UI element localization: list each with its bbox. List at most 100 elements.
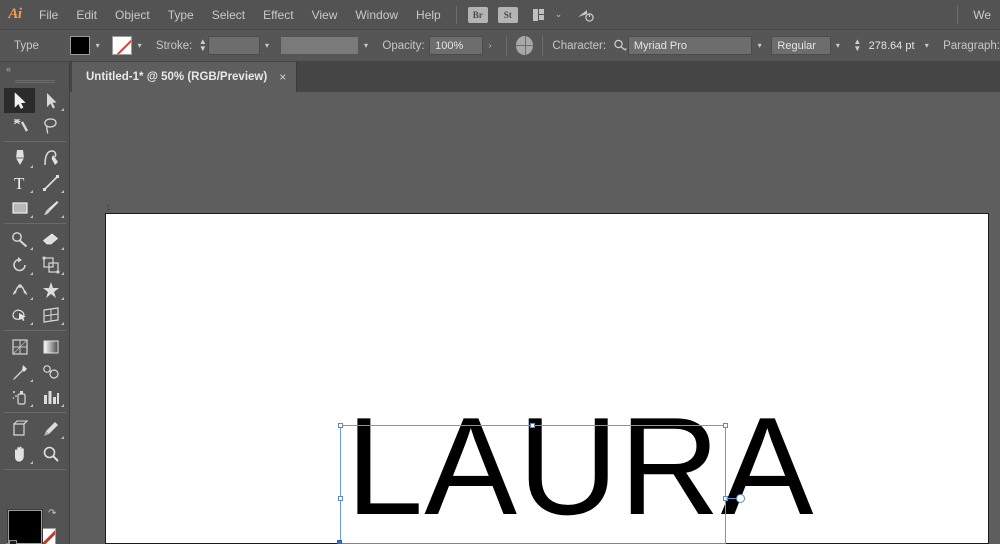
menu-effect[interactable]: Effect bbox=[254, 0, 302, 30]
perspective-grid-tool[interactable] bbox=[35, 302, 66, 327]
hand-tool[interactable] bbox=[4, 441, 35, 466]
font-size-input[interactable]: 278.64 pt bbox=[862, 36, 919, 55]
font-family-input[interactable]: Myriad Pro bbox=[627, 36, 753, 55]
stroke-weight-chevron-down-icon[interactable]: ▾ bbox=[260, 36, 275, 55]
fill-swatch[interactable] bbox=[70, 36, 91, 55]
handle-top-left[interactable] bbox=[338, 423, 343, 428]
mesh-tool[interactable] bbox=[4, 334, 35, 359]
font-size-stepper[interactable]: ▲ ▼ bbox=[852, 36, 862, 55]
tools-divider-4 bbox=[4, 409, 66, 416]
context-label: Type bbox=[14, 39, 39, 52]
eyedropper-tool[interactable] bbox=[4, 359, 35, 384]
rectangle-tool[interactable] bbox=[4, 195, 35, 220]
stroke-weight-input[interactable] bbox=[207, 36, 260, 55]
opacity-label: Opacity: bbox=[382, 39, 425, 52]
artboard[interactable]: 1 LAURA bbox=[105, 203, 989, 544]
eraser-tool[interactable] bbox=[35, 227, 66, 252]
close-icon[interactable]: × bbox=[279, 70, 286, 84]
menu-file[interactable]: File bbox=[30, 0, 67, 30]
default-fill-stroke-icon[interactable] bbox=[6, 540, 19, 544]
tools-divider-1 bbox=[4, 138, 66, 145]
paragraph-label[interactable]: Paragraph: bbox=[943, 40, 1000, 52]
lasso-tool[interactable] bbox=[35, 113, 66, 138]
line-segment-tool[interactable] bbox=[35, 170, 66, 195]
svg-text:T: T bbox=[14, 174, 25, 192]
width-tool[interactable] bbox=[4, 277, 35, 302]
menubar-divider-1 bbox=[455, 5, 457, 24]
stroke-label: Stroke: bbox=[155, 39, 193, 52]
illustrator-window: Ai File Edit Object Type Select Effect V… bbox=[0, 0, 1000, 544]
font-size-chevron-down-icon[interactable]: ▾ bbox=[920, 36, 935, 55]
stroke-chevron-down-icon[interactable]: ▾ bbox=[132, 36, 147, 55]
free-transform-tool[interactable] bbox=[35, 277, 66, 302]
paintbrush-tool[interactable] bbox=[35, 195, 66, 220]
text-object-laura[interactable]: LAURA bbox=[346, 397, 815, 536]
menubar-right-group: We bbox=[951, 0, 1000, 30]
menu-object[interactable]: Object bbox=[106, 0, 159, 30]
shape-builder-tool[interactable] bbox=[4, 302, 35, 327]
tools-divider-3 bbox=[4, 327, 66, 334]
menu-window[interactable]: Window bbox=[346, 0, 407, 30]
bridge-icon[interactable]: Br bbox=[467, 6, 488, 23]
menu-edit[interactable]: Edit bbox=[67, 0, 106, 30]
control-options-bar: Type ▾ ▾ Stroke: ▲ ▼ ▾ ▾ Opacity: 100% › … bbox=[0, 30, 1000, 62]
controlbar-divider-1 bbox=[506, 35, 508, 56]
column-graph-tool[interactable] bbox=[35, 384, 66, 409]
document-tab-title: Untitled-1* @ 50% (RGB/Preview) bbox=[86, 71, 268, 83]
canvas-area[interactable]: 1 LAURA bbox=[70, 92, 1000, 544]
shaper-tool[interactable] bbox=[4, 227, 35, 252]
tools-grid: T bbox=[0, 87, 70, 473]
rotate-tool[interactable] bbox=[4, 252, 35, 277]
fill-stroke-control: ↷ bbox=[6, 508, 64, 544]
direct-selection-tool[interactable] bbox=[35, 88, 66, 113]
stroke-profile-input[interactable] bbox=[279, 36, 359, 55]
font-search-icon[interactable] bbox=[612, 36, 628, 55]
pen-tool[interactable] bbox=[4, 145, 35, 170]
double-chevron-collapse-icon[interactable]: « bbox=[0, 62, 70, 76]
font-style-input[interactable]: Regular bbox=[771, 36, 831, 55]
creative-cloud-sync-icon[interactable] bbox=[574, 6, 596, 24]
scale-tool[interactable] bbox=[35, 252, 66, 277]
arrange-documents-icon[interactable] bbox=[528, 7, 550, 23]
stroke-swatch[interactable] bbox=[112, 36, 133, 55]
blend-tool[interactable] bbox=[35, 359, 66, 384]
fill-color-swatch[interactable] bbox=[7, 509, 43, 544]
menu-help[interactable]: Help bbox=[407, 0, 450, 30]
app-logo-icon: Ai bbox=[8, 6, 22, 22]
tools-divider-2 bbox=[4, 220, 66, 227]
curvature-tool[interactable] bbox=[35, 145, 66, 170]
selection-tool[interactable] bbox=[4, 88, 35, 113]
tools-panel-gripper[interactable] bbox=[0, 76, 70, 87]
opacity-more-options[interactable]: › bbox=[483, 36, 498, 55]
menu-select[interactable]: Select bbox=[203, 0, 254, 30]
arrange-chevron-down-icon[interactable]: ⌄ bbox=[555, 9, 563, 20]
menu-type[interactable]: Type bbox=[159, 0, 203, 30]
stroke-weight-stepper[interactable]: ▲ ▼ bbox=[198, 36, 208, 55]
zoom-tool[interactable] bbox=[35, 441, 66, 466]
gradient-tool[interactable] bbox=[35, 334, 66, 359]
artboard-label: 1 bbox=[106, 203, 111, 212]
menubar-divider-2 bbox=[957, 5, 959, 24]
magic-wand-tool[interactable] bbox=[4, 113, 35, 138]
type-tool[interactable]: T bbox=[4, 170, 35, 195]
slice-tool[interactable] bbox=[35, 416, 66, 441]
symbol-sprayer-tool[interactable] bbox=[4, 384, 35, 409]
opacity-input[interactable]: 100% bbox=[429, 36, 483, 55]
text-anchor-point[interactable] bbox=[337, 540, 342, 544]
workspace-switcher[interactable]: We bbox=[964, 0, 1000, 30]
recolor-artwork-icon[interactable] bbox=[516, 36, 534, 55]
document-tab-bar: Untitled-1* @ 50% (RGB/Preview) × bbox=[0, 62, 1000, 92]
stroke-profile-chevron-down-icon[interactable]: ▾ bbox=[359, 36, 374, 55]
font-family-chevron-down-icon[interactable]: ▾ bbox=[752, 36, 767, 55]
handle-middle-left[interactable] bbox=[338, 495, 343, 501]
fill-chevron-down-icon[interactable]: ▾ bbox=[90, 36, 105, 55]
font-style-chevron-down-icon[interactable]: ▾ bbox=[831, 36, 846, 55]
document-tab[interactable]: Untitled-1* @ 50% (RGB/Preview) × bbox=[72, 62, 298, 92]
swap-fill-stroke-icon[interactable]: ↷ bbox=[48, 508, 56, 519]
character-label: Character: bbox=[552, 39, 607, 52]
artboard-tool[interactable] bbox=[4, 416, 35, 441]
menu-bar: Ai File Edit Object Type Select Effect V… bbox=[0, 0, 1000, 30]
controlbar-divider-2 bbox=[542, 35, 544, 56]
stock-icon[interactable]: St bbox=[497, 6, 518, 23]
menu-view[interactable]: View bbox=[303, 0, 347, 30]
